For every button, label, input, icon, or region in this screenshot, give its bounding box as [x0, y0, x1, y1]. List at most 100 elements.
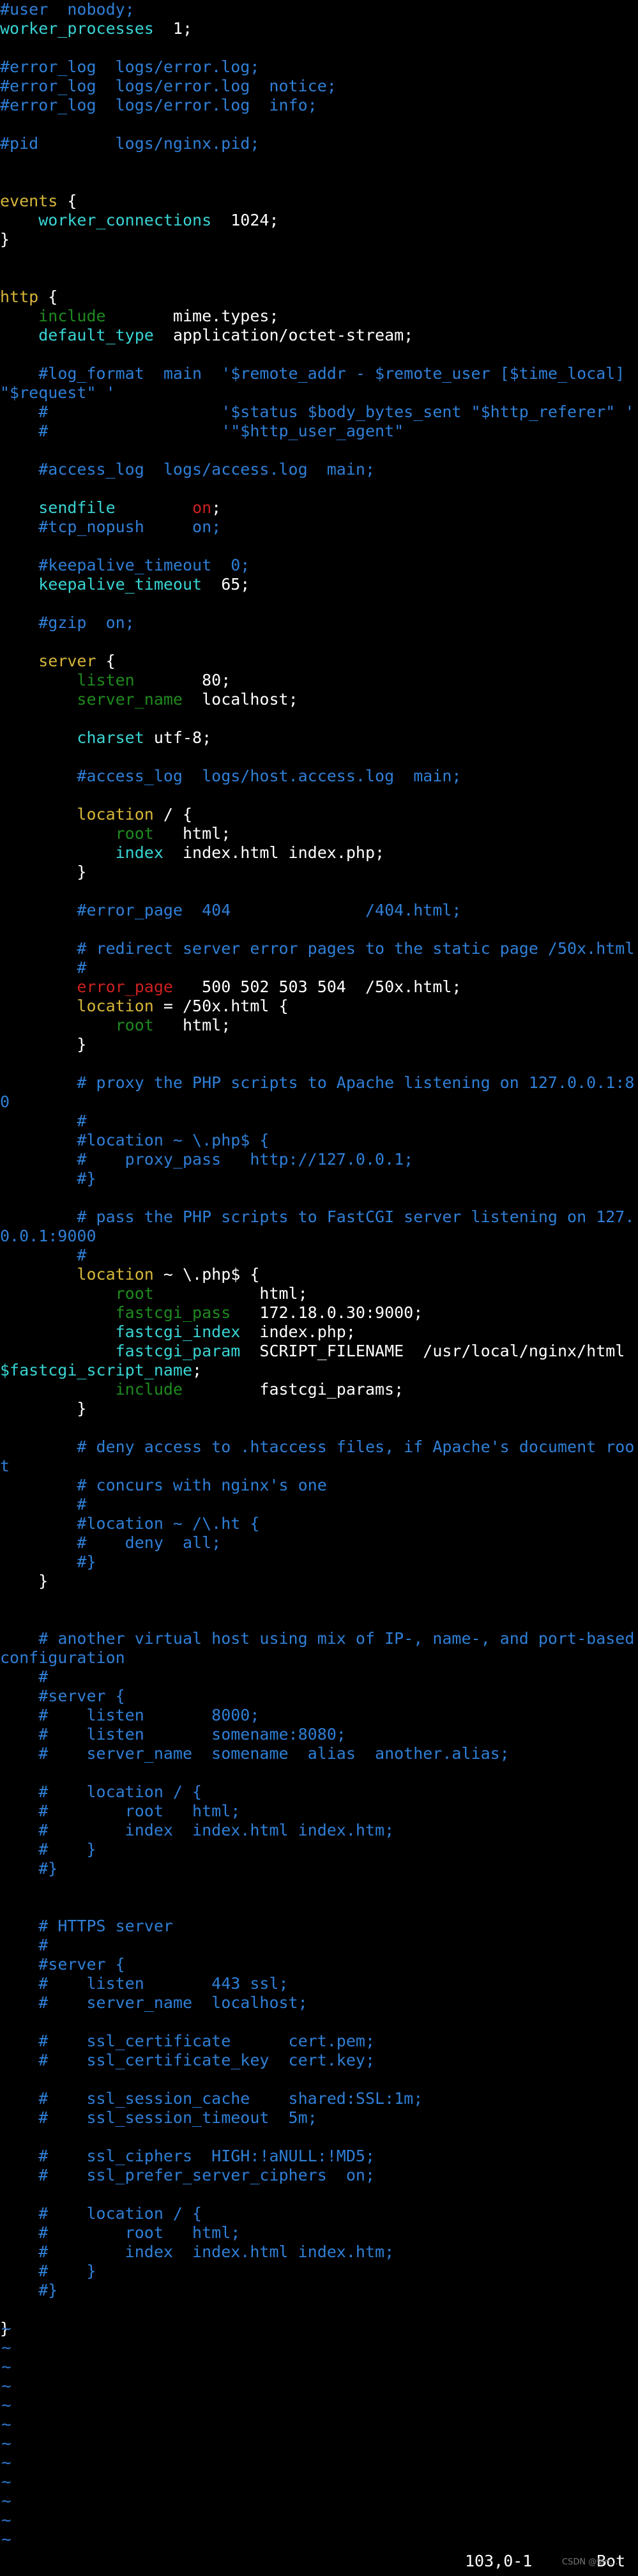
code-line[interactable]: root html; — [0, 824, 638, 843]
code-line[interactable] — [0, 882, 638, 901]
code-line[interactable] — [0, 1610, 638, 1629]
code-line[interactable] — [0, 747, 638, 767]
code-line[interactable] — [0, 2128, 638, 2147]
code-line[interactable]: # proxy_pass http://127.0.0.1; — [0, 1150, 638, 1169]
code-line[interactable] — [0, 1897, 638, 1917]
code-line[interactable]: #} — [0, 1552, 638, 1572]
code-line[interactable] — [0, 1418, 638, 1438]
code-line[interactable]: server_name localhost; — [0, 690, 638, 709]
code-line[interactable]: #server { — [0, 1687, 638, 1706]
code-line[interactable]: #log_format main '$remote_addr - $remote… — [0, 364, 638, 402]
code-line[interactable]: # ssl_prefer_server_ciphers on; — [0, 2166, 638, 2185]
code-line[interactable]: } — [0, 862, 638, 882]
code-line[interactable]: #error_log logs/error.log; — [0, 57, 638, 77]
code-line[interactable] — [0, 786, 638, 805]
code-line[interactable] — [0, 249, 638, 268]
code-line[interactable]: # } — [0, 1840, 638, 1859]
code-line[interactable]: sendfile on; — [0, 498, 638, 518]
code-line[interactable]: #error_log logs/error.log info; — [0, 96, 638, 115]
code-line[interactable]: # — [0, 958, 638, 977]
code-line[interactable]: # deny access to .htaccess files, if Apa… — [0, 1438, 638, 1476]
code-line[interactable]: # listen somename:8080; — [0, 1725, 638, 1744]
code-line[interactable]: # server_name somename alias another.ali… — [0, 1744, 638, 1763]
code-line[interactable]: #error_log logs/error.log notice; — [0, 77, 638, 96]
code-line[interactable]: error_page 500 502 503 504 /50x.html; — [0, 977, 638, 997]
code-line[interactable]: location / { — [0, 805, 638, 824]
code-line[interactable]: include fastcgi_params; — [0, 1380, 638, 1399]
code-line[interactable]: # index index.html index.htm; — [0, 2242, 638, 2262]
code-line[interactable]: server { — [0, 652, 638, 671]
code-line[interactable] — [0, 115, 638, 134]
code-line[interactable]: # root html; — [0, 2223, 638, 2242]
code-line[interactable]: } — [0, 1399, 638, 1418]
code-line[interactable] — [0, 1188, 638, 1208]
code-line[interactable] — [0, 2185, 638, 2204]
code-line[interactable]: listen 80; — [0, 671, 638, 690]
code-line[interactable] — [0, 709, 638, 728]
code-line[interactable]: # ssl_certificate_key cert.key; — [0, 2051, 638, 2070]
code-line[interactable]: # concurs with nginx's one — [0, 1476, 638, 1495]
code-line[interactable]: #error_page 404 /404.html; — [0, 901, 638, 920]
code-line[interactable]: fastcgi_param SCRIPT_FILENAME /usr/local… — [0, 1342, 638, 1380]
code-line[interactable]: } — [0, 1572, 638, 1591]
code-line[interactable] — [0, 153, 638, 172]
code-line[interactable]: # listen 443 ssl; — [0, 1974, 638, 1993]
code-line[interactable]: location = /50x.html { — [0, 997, 638, 1016]
code-line[interactable]: #location ~ /\.ht { — [0, 1514, 638, 1533]
code-line[interactable]: #gzip on; — [0, 613, 638, 632]
code-line[interactable]: # '$status $body_bytes_sent "$http_refer… — [0, 402, 638, 422]
code-line[interactable]: http { — [0, 288, 638, 307]
code-line[interactable]: #user nobody; — [0, 0, 638, 19]
code-line[interactable]: worker_connections 1024; — [0, 211, 638, 230]
code-line[interactable]: # ssl_session_cache shared:SSL:1m; — [0, 2089, 638, 2108]
code-line[interactable]: # — [0, 1112, 638, 1131]
code-line[interactable]: #server { — [0, 1955, 638, 1974]
code-line[interactable]: #access_log logs/host.access.log main; — [0, 767, 638, 786]
code-line[interactable]: index index.html index.php; — [0, 843, 638, 862]
code-line[interactable]: worker_processes 1; — [0, 19, 638, 38]
code-line[interactable]: charset utf-8; — [0, 728, 638, 747]
code-line[interactable]: #location ~ \.php$ { — [0, 1131, 638, 1150]
vim-editor-buffer[interactable]: #user nobody; worker_processes 1; #error_… — [0, 0, 638, 2338]
code-line[interactable]: #} — [0, 1169, 638, 1188]
code-line[interactable]: # ssl_session_timeout 5m; — [0, 2108, 638, 2128]
code-line[interactable]: #tcp_nopush on; — [0, 518, 638, 537]
code-line[interactable]: # pass the PHP scripts to FastCGI server… — [0, 1208, 638, 1246]
code-line[interactable]: # ssl_certificate cert.pem; — [0, 2032, 638, 2051]
code-line[interactable] — [0, 632, 638, 652]
code-line[interactable]: #} — [0, 1859, 638, 1878]
code-line[interactable]: #pid logs/nginx.pid; — [0, 134, 638, 153]
code-line[interactable]: # ssl_ciphers HIGH:!aNULL:!MD5; — [0, 2147, 638, 2166]
code-line[interactable]: # — [0, 1936, 638, 1955]
code-line[interactable]: } — [0, 1035, 638, 1054]
code-line[interactable]: # location / { — [0, 1782, 638, 1802]
code-line[interactable] — [0, 1763, 638, 1782]
code-line[interactable]: } — [0, 230, 638, 249]
code-line[interactable] — [0, 345, 638, 364]
code-line[interactable] — [0, 594, 638, 613]
code-line[interactable]: # index index.html index.htm; — [0, 1821, 638, 1840]
code-line[interactable]: # — [0, 1667, 638, 1687]
code-line[interactable]: # root html; — [0, 1802, 638, 1821]
code-line[interactable] — [0, 268, 638, 288]
code-line[interactable] — [0, 2012, 638, 2032]
code-line[interactable] — [0, 1878, 638, 1897]
code-line[interactable]: # '"$http_user_agent" "$http_x_forwarded… — [0, 422, 638, 441]
code-line[interactable]: keepalive_timeout 65; — [0, 575, 638, 594]
code-line[interactable] — [0, 2070, 638, 2089]
code-line[interactable]: # — [0, 1246, 638, 1265]
code-line[interactable]: #} — [0, 2281, 638, 2300]
code-line[interactable]: # HTTPS server — [0, 1917, 638, 1936]
code-line[interactable]: # listen 8000; — [0, 1706, 638, 1725]
code-line[interactable] — [0, 537, 638, 556]
code-line[interactable]: root html; — [0, 1016, 638, 1035]
code-line[interactable]: root html; — [0, 1284, 638, 1303]
code-line[interactable]: fastcgi_pass 172.18.0.30:9000; — [0, 1303, 638, 1322]
code-line[interactable]: events { — [0, 192, 638, 211]
code-line[interactable] — [0, 1591, 638, 1610]
code-line[interactable] — [0, 38, 638, 57]
code-line[interactable]: # location / { — [0, 2204, 638, 2223]
code-line[interactable]: #access_log logs/access.log main; — [0, 460, 638, 479]
code-line[interactable] — [0, 1054, 638, 1073]
code-line[interactable] — [0, 2300, 638, 2319]
